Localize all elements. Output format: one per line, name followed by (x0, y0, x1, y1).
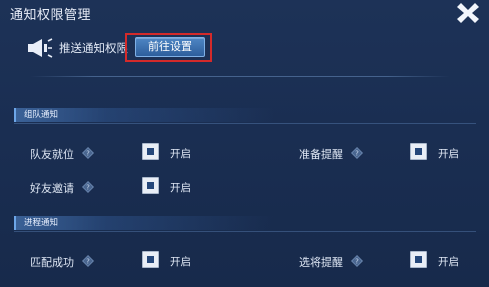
option-label-hero-pick-reminder: 选将提醒 (299, 256, 343, 269)
close-icon[interactable] (453, 0, 483, 25)
window-title: 通知权限管理 (10, 8, 92, 23)
on-label: 开启 (170, 256, 191, 268)
divider (30, 76, 450, 77)
help-icon[interactable]: ? (351, 147, 363, 159)
svg-text:?: ? (355, 150, 359, 158)
svg-text:?: ? (86, 258, 90, 266)
on-label: 开启 (438, 256, 459, 268)
close-button[interactable] (453, 0, 483, 25)
option-label-ready-reminder: 准备提醒 (299, 148, 343, 161)
help-icon[interactable]: ? (351, 255, 363, 267)
checkbox-hero-pick-reminder[interactable] (410, 251, 427, 268)
svg-text:?: ? (86, 184, 90, 192)
checkbox-match-success[interactable] (142, 251, 159, 268)
push-permission-label: 推送通知权限 (59, 41, 128, 55)
option-label-match-success: 匹配成功 (30, 256, 74, 269)
section-header-progress: 进程通知 (14, 216, 274, 230)
checkbox-ready-reminder[interactable] (410, 143, 427, 160)
on-label: 开启 (438, 148, 459, 160)
on-label: 开启 (170, 148, 191, 160)
help-icon[interactable]: ? (82, 147, 94, 159)
on-label: 开启 (170, 182, 191, 194)
section-divider (14, 231, 476, 232)
svg-text:?: ? (86, 150, 90, 158)
option-label-friend-invite: 好友邀请 (30, 182, 74, 195)
go-to-settings-button[interactable]: 前往设置 (135, 37, 205, 57)
help-icon[interactable]: ? (82, 255, 94, 267)
checkbox-teammate-ready[interactable] (142, 143, 159, 160)
svg-text:?: ? (355, 258, 359, 266)
checkbox-friend-invite[interactable] (142, 177, 159, 194)
push-permission-row: 推送通知权限 (27, 37, 128, 59)
speaker-icon (28, 38, 53, 58)
help-icon[interactable]: ? (82, 181, 94, 193)
section-header-team: 组队通知 (14, 108, 274, 122)
section-divider (14, 123, 476, 124)
option-label-teammate-ready: 队友就位 (30, 148, 74, 161)
